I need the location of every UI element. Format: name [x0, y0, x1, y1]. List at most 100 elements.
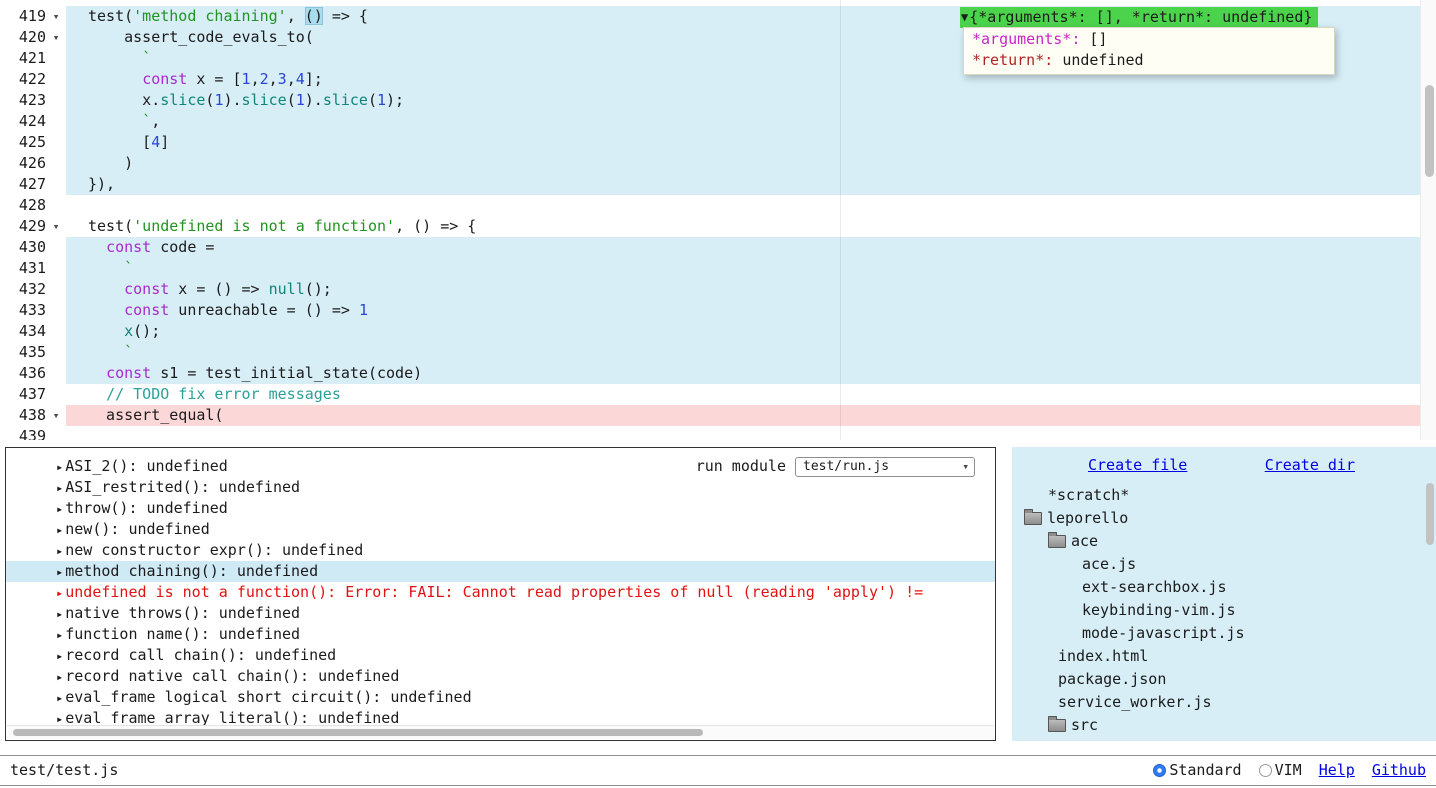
expand-triangle-icon[interactable]: ▸	[56, 481, 63, 495]
file-tree-item[interactable]: ast_utils.js	[1012, 737, 1436, 741]
keybinding-option-standard[interactable]: Standard	[1153, 760, 1241, 781]
code-line[interactable]: 423 x.slice(1).slice(1).slice(1);	[0, 90, 1436, 111]
code-line[interactable]: 438▾ assert_equal(	[0, 405, 1436, 426]
code-token: ();	[133, 322, 160, 340]
output-hscrollbar-track[interactable]	[7, 725, 994, 739]
file-tree-item[interactable]: package.json	[1012, 668, 1436, 691]
file-name: *scratch*	[1048, 485, 1129, 506]
expand-triangle-icon[interactable]: ▸	[56, 460, 63, 474]
fold-arrow-icon[interactable]: ▾	[46, 27, 66, 48]
test-result-row[interactable]: ▸eval_frame logical short circuit(): und…	[6, 687, 995, 708]
test-result-row[interactable]: ▸new constructor expr(): undefined	[6, 540, 995, 561]
help-link[interactable]: Help	[1319, 760, 1355, 781]
files-scrollbar-thumb[interactable]	[1426, 483, 1434, 545]
fold-arrow-icon[interactable]: ▾	[46, 6, 66, 27]
test-result-row[interactable]: ▸native throws(): undefined	[6, 603, 995, 624]
fold-arrow-icon[interactable]: ▾	[46, 405, 66, 426]
test-result-row[interactable]: ▸undefined is not a function(): Error: F…	[6, 582, 995, 603]
expand-triangle-icon[interactable]: ▸	[56, 586, 63, 600]
code-text[interactable]: `	[66, 258, 1436, 279]
file-tree-item[interactable]: service_worker.js	[1012, 691, 1436, 714]
expand-triangle-icon[interactable]: ▸	[56, 565, 63, 579]
file-tree-folder[interactable]: leporello	[1012, 507, 1436, 530]
file-tree-item[interactable]: mode-javascript.js	[1012, 622, 1436, 645]
code-text[interactable]: const x = () => null();	[66, 279, 1436, 300]
radio-unselected-icon[interactable]	[1259, 764, 1272, 777]
create-dir-link[interactable]: Create dir	[1265, 455, 1355, 476]
file-tree-item[interactable]: keybinding-vim.js	[1012, 599, 1436, 622]
code-line[interactable]: 431 `	[0, 258, 1436, 279]
expand-triangle-icon[interactable]: ▸	[56, 544, 63, 558]
file-name: leporello	[1047, 508, 1128, 529]
code-text[interactable]: const unreachable = () => 1	[66, 300, 1436, 321]
code-line[interactable]: 435 `	[0, 342, 1436, 363]
expand-triangle-icon[interactable]: ▸	[56, 523, 63, 537]
code-text[interactable]	[66, 426, 1436, 440]
test-result-row[interactable]: ▸ASI_restrited(): undefined	[6, 477, 995, 498]
code-text[interactable]	[66, 195, 1436, 216]
code-line[interactable]: 432 const x = () => null();	[0, 279, 1436, 300]
run-module-select[interactable]: test/run.js ▾	[795, 457, 975, 477]
expand-triangle-icon[interactable]: ▸	[56, 607, 63, 621]
expand-triangle-icon[interactable]: ▸	[56, 670, 63, 684]
radio-selected-icon[interactable]	[1153, 764, 1166, 777]
fold-spacer	[46, 153, 66, 174]
code-line[interactable]: 434 x();	[0, 321, 1436, 342]
code-text[interactable]: // TODO fix error messages	[66, 384, 1436, 405]
create-file-link[interactable]: Create file	[1088, 455, 1187, 476]
code-text[interactable]: `	[66, 342, 1436, 363]
code-text[interactable]: x.slice(1).slice(1).slice(1);	[66, 90, 1436, 111]
line-number: 420	[0, 27, 46, 48]
code-line[interactable]: 424 `,	[0, 111, 1436, 132]
expand-triangle-icon[interactable]: ▸	[56, 649, 63, 663]
code-text[interactable]: test('undefined is not a function', () =…	[66, 216, 1436, 237]
code-text[interactable]: )	[66, 153, 1436, 174]
code-text[interactable]: assert_equal(	[66, 405, 1436, 426]
test-result-row[interactable]: ▸record call chain(): undefined	[6, 645, 995, 666]
code-token: const	[124, 280, 169, 298]
keybinding-radio-group: Standard VIM	[1153, 760, 1301, 781]
file-tree-item[interactable]: ext-searchbox.js	[1012, 576, 1436, 599]
editor-scrollbar-thumb[interactable]	[1425, 85, 1434, 177]
file-tree-folder[interactable]: ace	[1012, 530, 1436, 553]
code-line[interactable]: 437 // TODO fix error messages	[0, 384, 1436, 405]
code-text[interactable]: `,	[66, 111, 1436, 132]
expand-triangle-icon[interactable]: ▸	[56, 712, 63, 726]
fold-arrow-icon[interactable]: ▾	[46, 216, 66, 237]
code-line[interactable]: 427}),	[0, 174, 1436, 195]
test-result-row[interactable]: ▸method chaining(): undefined	[6, 561, 995, 582]
code-text[interactable]: const s1 = test_initial_state(code)	[66, 363, 1436, 384]
test-result-row[interactable]: ▸function name(): undefined	[6, 624, 995, 645]
code-editor[interactable]: 419▾test('method chaining', () => {420▾ …	[0, 0, 1436, 440]
code-text[interactable]: x();	[66, 321, 1436, 342]
expand-triangle-icon[interactable]: ▸	[56, 628, 63, 642]
github-link[interactable]: Github	[1372, 760, 1426, 781]
test-result-row[interactable]: ▸throw(): undefined	[6, 498, 995, 519]
code-text[interactable]: const code =	[66, 237, 1436, 258]
expand-triangle-icon[interactable]: ▸	[56, 691, 63, 705]
line-number: 436	[0, 363, 46, 384]
code-line[interactable]: 439	[0, 426, 1436, 440]
file-tree-item[interactable]: ace.js	[1012, 553, 1436, 576]
editor-scrollbar-track[interactable]	[1420, 0, 1436, 440]
test-result-row[interactable]: ▸record native call chain(): undefined	[6, 666, 995, 687]
code-line[interactable]: 430 const code =	[0, 237, 1436, 258]
code-line[interactable]: 429▾test('undefined is not a function', …	[0, 216, 1436, 237]
code-line[interactable]: 428	[0, 195, 1436, 216]
inspector-header[interactable]: ▼{*arguments*: [], *return*: undefined}	[960, 7, 1318, 28]
keybinding-option-vim[interactable]: VIM	[1259, 760, 1302, 781]
code-text[interactable]: }),	[66, 174, 1436, 195]
code-text[interactable]: [4]	[66, 132, 1436, 153]
run-module-label: run module	[696, 456, 786, 477]
file-tree-item[interactable]: *scratch*	[1012, 484, 1436, 507]
output-hscrollbar-thumb[interactable]	[13, 729, 703, 736]
collapse-triangle-icon[interactable]: ▼	[961, 7, 968, 28]
file-tree-item[interactable]: index.html	[1012, 645, 1436, 668]
code-line[interactable]: 425 [4]	[0, 132, 1436, 153]
code-line[interactable]: 433 const unreachable = () => 1	[0, 300, 1436, 321]
code-line[interactable]: 426 )	[0, 153, 1436, 174]
file-tree-folder[interactable]: src	[1012, 714, 1436, 737]
code-line[interactable]: 436 const s1 = test_initial_state(code)	[0, 363, 1436, 384]
test-result-row[interactable]: ▸new(): undefined	[6, 519, 995, 540]
expand-triangle-icon[interactable]: ▸	[56, 502, 63, 516]
